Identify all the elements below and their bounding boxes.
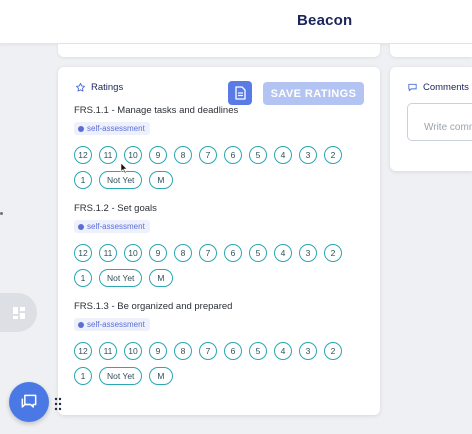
ratings-title: Ratings xyxy=(91,82,124,93)
rating-option-chip[interactable]: 5 xyxy=(249,243,267,262)
ratings-card: Ratings SAVE RATINGS FRS.1.1 - Manage ta… xyxy=(58,67,380,415)
rating-option-chip[interactable]: M xyxy=(149,170,173,189)
rating-option-chip[interactable]: 11 xyxy=(99,243,117,262)
ratings-header: Ratings xyxy=(75,82,123,93)
rating-item: FRS.1.3 - Be organized and prepared self… xyxy=(74,301,374,385)
rating-option-chip[interactable]: 11 xyxy=(99,341,117,360)
tag-dot-icon xyxy=(78,223,84,230)
rating-option-chip[interactable]: 4 xyxy=(274,341,292,360)
comments-title: Comments xyxy=(423,82,469,93)
app-brand: Beacon xyxy=(297,12,353,29)
rating-option-chip[interactable]: 8 xyxy=(174,341,192,360)
previous-card-right xyxy=(390,44,472,57)
rating-option-chip[interactable]: Not Yet xyxy=(99,268,143,287)
edge-marker xyxy=(0,212,3,215)
top-bar: Beacon xyxy=(0,0,472,44)
document-icon xyxy=(234,86,246,100)
rating-option-chip[interactable]: 3 xyxy=(299,145,317,164)
rating-option-chip[interactable]: 9 xyxy=(149,341,167,360)
rating-option-chip[interactable]: 1 xyxy=(74,268,92,287)
rating-options: 12 11 10 9 8 7 6 5 4 3 2 1 Not Yet M xyxy=(74,341,359,385)
rating-option-chip[interactable]: 6 xyxy=(224,243,242,262)
drag-handle-icon[interactable] xyxy=(54,397,62,411)
previous-card-left xyxy=(58,44,380,57)
rating-option-chip[interactable]: 7 xyxy=(199,243,217,262)
tag-dot-icon xyxy=(78,321,84,328)
comments-card: Comments xyxy=(390,67,472,171)
save-ratings-button[interactable]: SAVE RATINGS xyxy=(263,82,364,105)
rating-option-chip[interactable]: 6 xyxy=(224,145,242,164)
rating-item-title: FRS.1.3 - Be organized and prepared xyxy=(74,301,233,312)
self-assessment-tag: self-assessment xyxy=(74,220,150,233)
rating-option-chip[interactable]: 12 xyxy=(74,341,92,360)
comments-header: Comments xyxy=(407,82,469,93)
rating-option-chip[interactable]: 4 xyxy=(274,243,292,262)
rating-item-title: FRS.1.2 - Set goals xyxy=(74,203,157,214)
rating-option-chip[interactable]: 1 xyxy=(74,366,92,385)
tag-dot-icon xyxy=(78,125,84,132)
rating-options: 12 11 10 9 8 7 6 5 4 3 2 1 Not Yet M xyxy=(74,243,359,287)
rating-option-chip[interactable]: 4 xyxy=(274,145,292,164)
rating-option-chip[interactable]: 9 xyxy=(149,145,167,164)
sidebar-toggle-button[interactable] xyxy=(0,293,37,332)
rating-item-title: FRS.1.1 - Manage tasks and deadlines xyxy=(74,105,239,116)
rating-option-chip[interactable]: 3 xyxy=(299,341,317,360)
export-document-button[interactable] xyxy=(228,81,252,105)
chat-bubble-icon xyxy=(408,83,417,92)
rating-options: 12 11 10 9 8 7 6 5 4 3 2 1 Not Yet M xyxy=(74,145,359,189)
rating-option-chip[interactable]: 5 xyxy=(249,145,267,164)
rating-option-chip[interactable]: 10 xyxy=(124,145,142,164)
rating-item: FRS.1.1 - Manage tasks and deadlines sel… xyxy=(74,105,374,189)
rating-option-chip[interactable]: 12 xyxy=(74,145,92,164)
rating-option-chip[interactable]: 12 xyxy=(74,243,92,262)
rating-option-chip[interactable]: 7 xyxy=(199,341,217,360)
rating-option-chip[interactable]: 7 xyxy=(199,145,217,164)
rating-option-chip[interactable]: 11 xyxy=(99,145,117,164)
rating-option-chip[interactable]: 3 xyxy=(299,243,317,262)
rating-option-chip[interactable]: M xyxy=(149,366,173,385)
rating-option-chip[interactable]: 6 xyxy=(224,341,242,360)
chat-icon xyxy=(21,394,37,408)
rating-option-chip[interactable]: 2 xyxy=(324,341,342,360)
tag-label: self-assessment xyxy=(87,124,145,133)
rating-option-chip[interactable]: 9 xyxy=(149,243,167,262)
rating-option-chip[interactable]: M xyxy=(149,268,173,287)
comments-input[interactable] xyxy=(407,103,472,141)
tag-label: self-assessment xyxy=(87,320,145,329)
self-assessment-tag: self-assessment xyxy=(74,318,150,331)
rating-option-chip[interactable]: 2 xyxy=(324,243,342,262)
dashboard-grid-icon xyxy=(12,306,25,319)
mouse-cursor-icon xyxy=(120,162,128,174)
rating-option-chip[interactable]: 8 xyxy=(174,145,192,164)
rating-option-chip[interactable]: 10 xyxy=(124,341,142,360)
rating-option-chip[interactable]: 8 xyxy=(174,243,192,262)
chat-fab-button[interactable] xyxy=(9,382,49,422)
tag-label: self-assessment xyxy=(87,222,145,231)
rating-item: FRS.1.2 - Set goals self-assessment 12 11… xyxy=(74,203,374,287)
self-assessment-tag: self-assessment xyxy=(74,122,150,135)
star-icon xyxy=(76,82,85,92)
rating-option-chip[interactable]: 5 xyxy=(249,341,267,360)
rating-option-chip[interactable]: Not Yet xyxy=(99,366,143,385)
rating-option-chip[interactable]: 1 xyxy=(74,170,92,189)
rating-option-chip[interactable]: 2 xyxy=(324,145,342,164)
rating-option-chip[interactable]: 10 xyxy=(124,243,142,262)
